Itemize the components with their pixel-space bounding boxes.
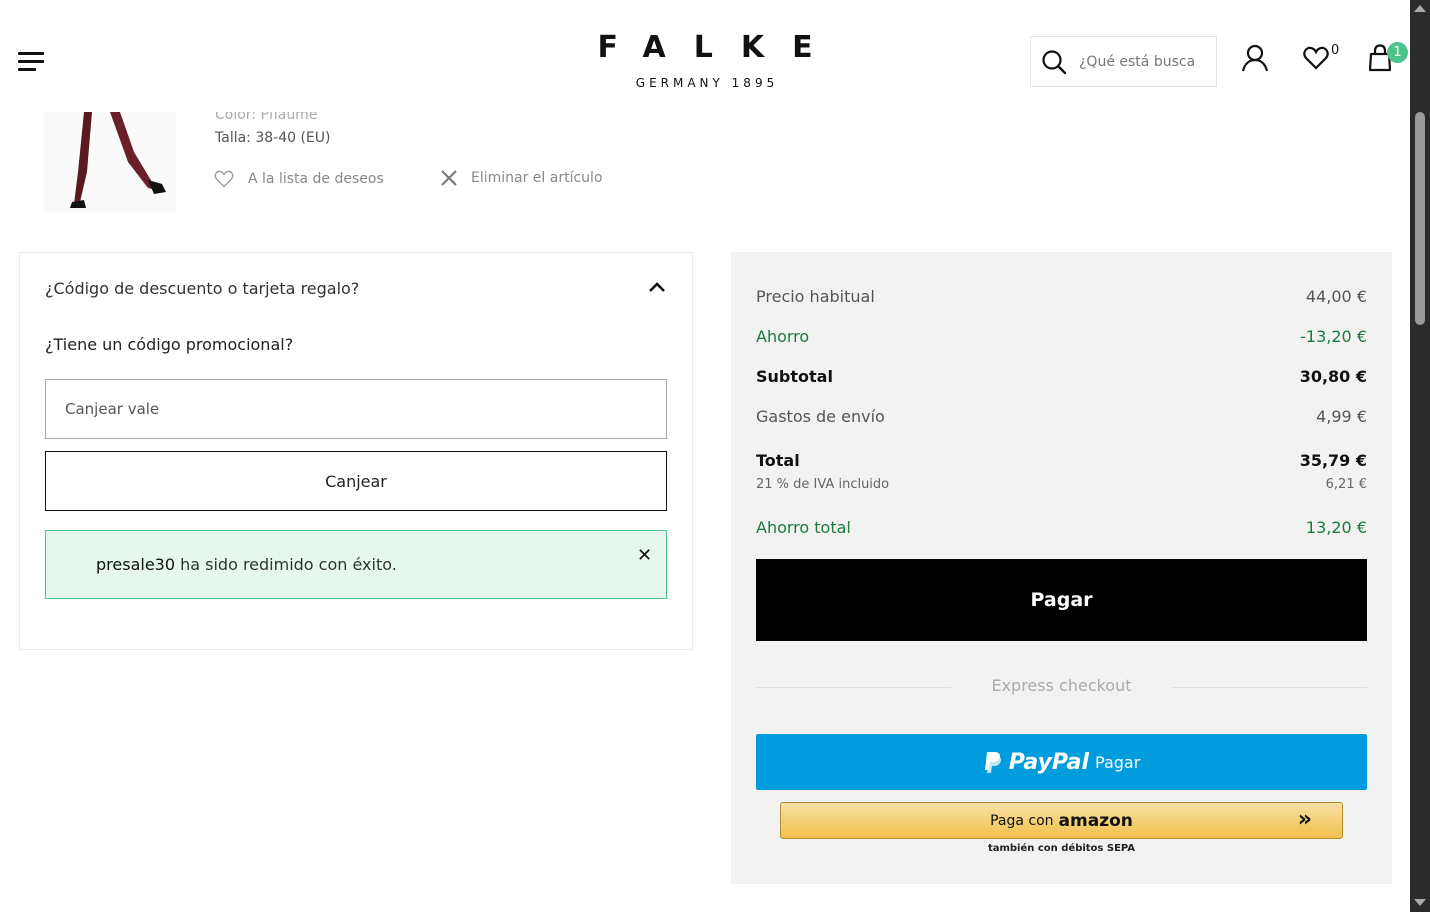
menu-icon[interactable] [18, 52, 44, 72]
discount-panel: ¿Código de descuento o tarjeta regalo? ¿… [19, 252, 693, 650]
search-input[interactable] [1079, 53, 1194, 70]
discount-heading[interactable]: ¿Código de descuento o tarjeta regalo? [45, 279, 359, 298]
paypal-icon [984, 752, 1001, 773]
paypal-button[interactable]: PayPal Pagar [756, 734, 1367, 790]
close-icon [441, 170, 457, 186]
shipping-row: Gastos de envío 4,99 € [756, 407, 1367, 426]
total-row: Total 35,79 € [756, 451, 1367, 470]
vat-value: 6,21 € [1325, 477, 1367, 492]
amazon-sepa-note: también con débitos SEPA [987, 843, 1136, 854]
vat-label: 21 % de IVA incluido [756, 477, 890, 492]
saving-row: Ahorro -13,20 € [756, 327, 1367, 346]
wishlist-count: 0 [1331, 43, 1340, 58]
wishlist-icon[interactable] [1303, 46, 1329, 70]
vat-row: 21 % de IVA incluido 6,21 € [756, 477, 1367, 492]
amazon-wordmark: amazon [1058, 810, 1133, 831]
checkout-button[interactable]: Pagar [756, 559, 1367, 641]
shipping-label: Gastos de envío [756, 407, 885, 426]
product-image[interactable] [44, 112, 176, 212]
site-header: FALKE GERMANY 1895 0 1 [0, 0, 1410, 112]
order-summary: Precio habitual 44,00 € Ahorro -13,20 € … [731, 252, 1392, 884]
amazon-pre-label: Paga con [990, 812, 1054, 829]
success-text: ha sido redimido con éxito. [175, 555, 397, 574]
double-chevron-right-icon: » [1297, 807, 1312, 832]
cart-count-badge: 1 [1387, 42, 1408, 63]
amazon-pay-button[interactable]: Paga con amazon » [780, 802, 1343, 839]
regular-price-value: 44,00 € [1305, 287, 1367, 306]
search-box[interactable] [1030, 36, 1217, 87]
total-saving-value: 13,20 € [1305, 518, 1367, 537]
heart-icon [214, 170, 234, 188]
regular-price-row: Precio habitual 44,00 € [756, 287, 1367, 306]
search-icon[interactable] [1041, 49, 1067, 75]
total-saving-row: Ahorro total 13,20 € [756, 518, 1367, 537]
cart-page: FALKE GERMANY 1895 0 1 [0, 0, 1430, 912]
scroll-down-arrow-icon[interactable] [1414, 899, 1426, 906]
logo-wordmark: FALKE [597, 30, 841, 65]
voucher-input[interactable] [45, 379, 667, 439]
remove-item-button[interactable]: Eliminar el artículo [441, 170, 603, 186]
scroll-up-arrow-icon[interactable] [1414, 5, 1426, 12]
product-size: Talla: 38-40 (EU) [215, 130, 331, 146]
redeem-button[interactable]: Canjear [45, 451, 667, 511]
success-code: presale30 [96, 555, 176, 574]
total-label: Total [756, 451, 800, 470]
paypal-pay-label: Pagar [1095, 752, 1141, 772]
saving-value: -13,20 € [1300, 327, 1367, 346]
subtotal-value: 30,80 € [1299, 367, 1367, 386]
logo-tagline: GERMANY 1895 [635, 76, 779, 90]
close-alert-icon[interactable]: ✕ [637, 545, 652, 566]
shipping-value: 4,99 € [1316, 407, 1367, 426]
express-checkout-divider: Express checkout [756, 676, 1367, 695]
product-color: Color: Pflaume [215, 112, 318, 123]
subtotal-label: Subtotal [756, 367, 833, 386]
promo-question: ¿Tiene un código promocional? [45, 335, 294, 354]
scrollbar-thumb[interactable] [1415, 112, 1425, 325]
total-value: 35,79 € [1299, 451, 1367, 470]
remove-label: Eliminar el artículo [471, 170, 603, 186]
scrollbar[interactable] [1410, 0, 1430, 912]
regular-price-label: Precio habitual [756, 287, 875, 306]
falke-logo[interactable]: FALKE GERMANY 1895 [560, 30, 850, 90]
account-icon[interactable] [1240, 44, 1270, 72]
saving-label: Ahorro [756, 327, 810, 346]
success-message: presale30 ha sido redimido con éxito. [96, 555, 397, 574]
paypal-wordmark: PayPal [1008, 749, 1090, 775]
total-saving-label: Ahorro total [756, 518, 851, 537]
subtotal-row: Subtotal 30,80 € [756, 367, 1367, 386]
chevron-up-icon[interactable] [648, 281, 666, 293]
success-alert: presale30 ha sido redimido con éxito. ✕ [45, 530, 667, 599]
wishlist-label: A la lista de deseos [248, 171, 384, 187]
move-to-wishlist-button[interactable]: A la lista de deseos [214, 170, 384, 188]
